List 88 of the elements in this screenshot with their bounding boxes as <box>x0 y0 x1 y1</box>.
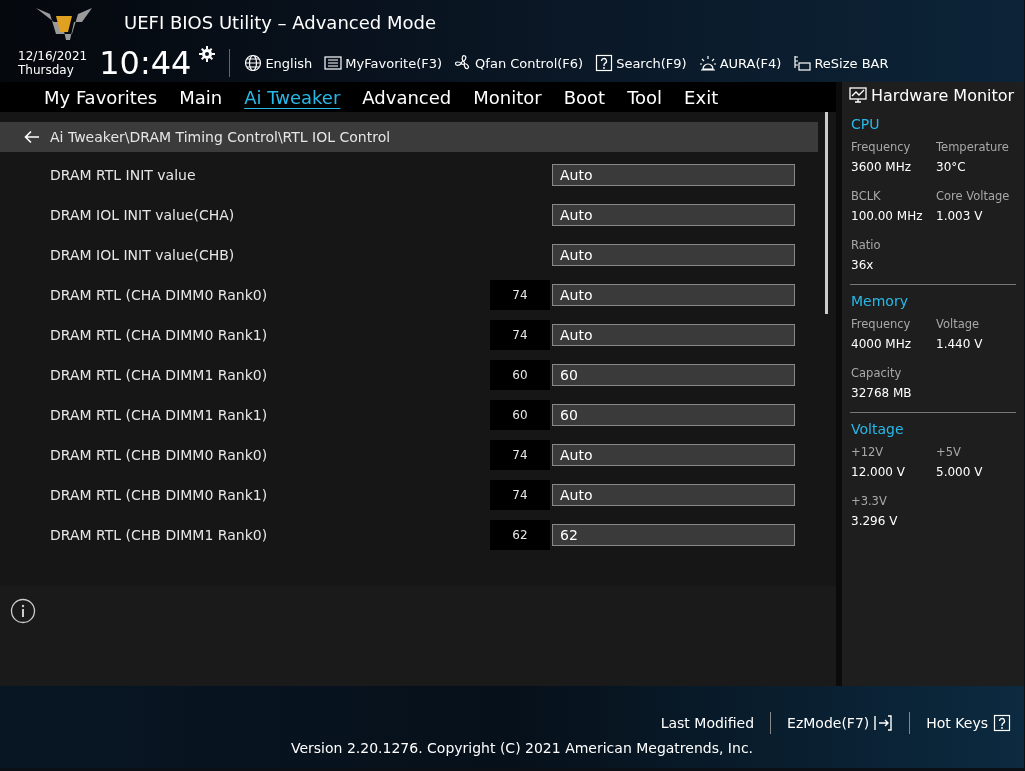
setting-label: DRAM RTL (CHA DIMM0 Rank1) <box>50 327 269 343</box>
copyright-text: Version 2.20.1276. Copyright (C) 2021 American Megatrends, Inc. <box>290 740 754 756</box>
back-arrow-icon[interactable] <box>24 130 40 144</box>
setting-label: DRAM RTL INIT value <box>50 167 197 183</box>
help-icon <box>992 714 1012 732</box>
stat-label: Core Voltage <box>936 189 1011 203</box>
value-field[interactable]: 60 <box>552 364 795 386</box>
value-field[interactable]: Auto <box>552 244 795 266</box>
stat-label: +5V <box>936 445 962 459</box>
panel-title: Hardware Monitor <box>871 85 1015 105</box>
stat-value: 3600 MHz <box>851 160 913 174</box>
setting-label: DRAM IOL INIT value(CHA) <box>50 207 236 223</box>
help-icon <box>595 54 614 72</box>
value-field[interactable]: 62 <box>552 524 795 546</box>
current-value: 62 <box>490 520 550 550</box>
stat-label: Ratio <box>851 238 882 252</box>
setting-label: DRAM RTL (CHA DIMM1 Rank0) <box>50 367 269 383</box>
value-field[interactable]: Auto <box>552 284 795 306</box>
setting-label: DRAM RTL (CHB DIMM1 Rank0) <box>50 527 269 543</box>
stat-label: Frequency <box>851 140 912 154</box>
toolbar-button[interactable]: ReSize BAR <box>793 54 889 72</box>
value-field[interactable]: 60 <box>552 404 795 426</box>
menu-tab[interactable]: Monitor <box>473 86 542 108</box>
footer-button[interactable]: Last Modified <box>660 715 755 731</box>
stat-value: 100.00 MHz <box>851 209 924 223</box>
menu-tab[interactable]: Tool <box>627 86 663 108</box>
day-text: Thursday <box>18 63 75 77</box>
toolbar-button[interactable]: AURA(F4) <box>698 54 782 72</box>
menu-tab[interactable]: Advanced <box>362 86 452 108</box>
stat-value: 36x <box>851 258 875 272</box>
menu-tab[interactable]: Exit <box>684 86 719 108</box>
stat-value: 32768 MB <box>851 386 913 400</box>
setting-label: DRAM RTL (CHB DIMM0 Rank0) <box>50 447 269 463</box>
value-field[interactable]: Auto <box>552 484 795 506</box>
card-icon <box>793 54 812 72</box>
clock-time: 10:44 <box>99 44 192 82</box>
toolbar-button[interactable]: Qfan Control(F6) <box>454 54 584 72</box>
setting-label: DRAM RTL (CHA DIMM1 Rank1) <box>50 407 269 423</box>
stat-label: Temperature <box>936 140 1010 154</box>
setting-label: DRAM RTL (CHB DIMM0 Rank1) <box>50 487 269 503</box>
stat-label: Voltage <box>936 317 981 331</box>
info-icon <box>10 598 36 624</box>
value-field[interactable]: Auto <box>552 324 795 346</box>
stat-value: 1.440 V <box>936 337 984 351</box>
value-field[interactable]: Auto <box>552 204 795 226</box>
stat-value: 3.296 V <box>851 514 899 528</box>
section-title: Voltage <box>851 421 905 437</box>
section-title: Memory <box>851 293 909 309</box>
stat-label: BCLK <box>851 189 882 203</box>
monitor-icon <box>849 87 867 103</box>
menu-tab[interactable]: My Favorites <box>44 86 158 108</box>
list-icon <box>324 54 343 72</box>
footer-button[interactable]: EzMode(F7) <box>787 714 894 732</box>
current-value: 74 <box>490 280 550 310</box>
value-field[interactable]: Auto <box>552 164 795 186</box>
setting-label: DRAM RTL (CHA DIMM0 Rank0) <box>50 287 269 303</box>
menu-tab[interactable]: Main <box>179 86 223 108</box>
breadcrumb-path: Ai Tweaker\DRAM Timing Control\RTL IOL Control <box>50 129 391 145</box>
stat-label: +3.3V <box>851 494 888 508</box>
globe-icon <box>244 54 263 72</box>
toolbar-button[interactable]: Search(F9) <box>595 54 687 72</box>
current-value: 74 <box>490 480 550 510</box>
current-value: 74 <box>490 320 550 350</box>
stat-value: 12.000 V <box>851 465 906 479</box>
stat-label: Frequency <box>851 317 912 331</box>
stat-label: +12V <box>851 445 885 459</box>
scrollbar[interactable] <box>825 112 828 314</box>
date-text: 12/16/2021 <box>18 49 88 63</box>
value-field[interactable]: Auto <box>552 444 795 466</box>
stat-value: 30°C <box>936 160 967 174</box>
menu-tab[interactable]: Ai Tweaker <box>244 86 341 108</box>
stat-value: 1.003 V <box>936 209 984 223</box>
stat-value: 4000 MHz <box>851 337 913 351</box>
current-value: 60 <box>490 360 550 390</box>
stat-value: 5.000 V <box>936 465 984 479</box>
current-value: 60 <box>490 400 550 430</box>
menu-tab[interactable]: Boot <box>563 86 606 108</box>
stat-label: Capacity <box>851 366 903 380</box>
exit-icon <box>873 714 894 732</box>
lamp-icon <box>698 54 717 72</box>
settings-icon[interactable] <box>199 46 216 62</box>
setting-label: DRAM IOL INIT value(CHB) <box>50 247 236 263</box>
current-value: 74 <box>490 440 550 470</box>
toolbar-button[interactable]: English <box>244 54 313 72</box>
toolbar-button[interactable]: MyFavorite(F3) <box>324 54 443 72</box>
footer-button[interactable]: Hot Keys <box>926 714 1012 732</box>
section-title: CPU <box>851 116 881 132</box>
window-title: UEFI BIOS Utility – Advanced Mode <box>124 11 436 33</box>
